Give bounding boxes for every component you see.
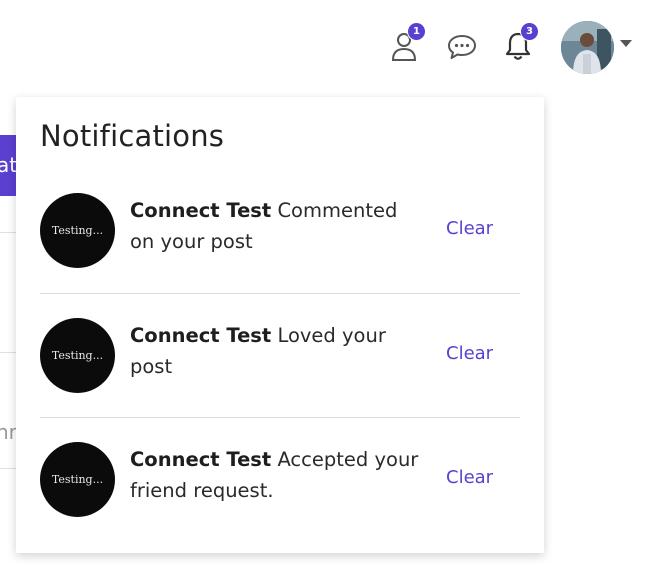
notification-text: Connect Test Accepted your friend reques… xyxy=(130,444,420,506)
notification-divider xyxy=(40,417,520,418)
clear-notification-link[interactable]: Clear xyxy=(446,343,493,364)
avatar-text: Testing... xyxy=(51,473,104,486)
notifications-title: Notifications xyxy=(40,119,225,153)
messages-button[interactable] xyxy=(446,33,478,61)
notification-user: Connect Test xyxy=(130,448,272,471)
friend-requests-badge: 1 xyxy=(407,22,426,41)
notification-text: Connect Test Commented on your post xyxy=(130,195,420,257)
notification-user: Connect Test xyxy=(130,324,272,347)
notifications-badge: 3 xyxy=(520,22,539,41)
notification-avatar: Testing... xyxy=(40,442,115,517)
clear-notification-link[interactable]: Clear xyxy=(446,218,493,239)
background-divider xyxy=(0,468,16,469)
notifications-dropdown: Notifications Testing... Connect Test Co… xyxy=(16,97,544,553)
caret-down-icon[interactable] xyxy=(620,40,632,47)
background-divider xyxy=(0,352,16,353)
clear-notification-link[interactable]: Clear xyxy=(446,467,493,488)
top-navbar: 1 3 xyxy=(0,0,657,98)
background-button-text: at xyxy=(0,153,16,177)
background-button-fragment: at xyxy=(0,135,16,196)
notification-divider xyxy=(40,293,520,294)
avatar-text: Testing... xyxy=(51,349,104,362)
avatar-text: Testing... xyxy=(51,224,104,237)
notification-item[interactable]: Testing... Connect Test Accepted your fr… xyxy=(40,442,520,565)
profile-photo xyxy=(561,21,614,74)
chat-icon xyxy=(448,35,476,59)
notification-item[interactable]: Testing... Connect Test Loved your post … xyxy=(40,318,520,442)
notifications-button[interactable]: 3 xyxy=(504,22,539,62)
notification-text: Connect Test Loved your post xyxy=(130,320,420,382)
background-divider xyxy=(0,232,16,233)
background-text-fragment: nr xyxy=(0,420,16,444)
page: 1 3 at nr Notifications Testing... Conne… xyxy=(0,0,657,565)
avatar[interactable] xyxy=(561,21,614,74)
notification-avatar: Testing... xyxy=(40,193,115,268)
friend-requests-button[interactable]: 1 xyxy=(390,22,426,62)
notification-user: Connect Test xyxy=(130,199,272,222)
notification-item[interactable]: Testing... Connect Test Commented on you… xyxy=(40,193,520,317)
notification-avatar: Testing... xyxy=(40,318,115,393)
